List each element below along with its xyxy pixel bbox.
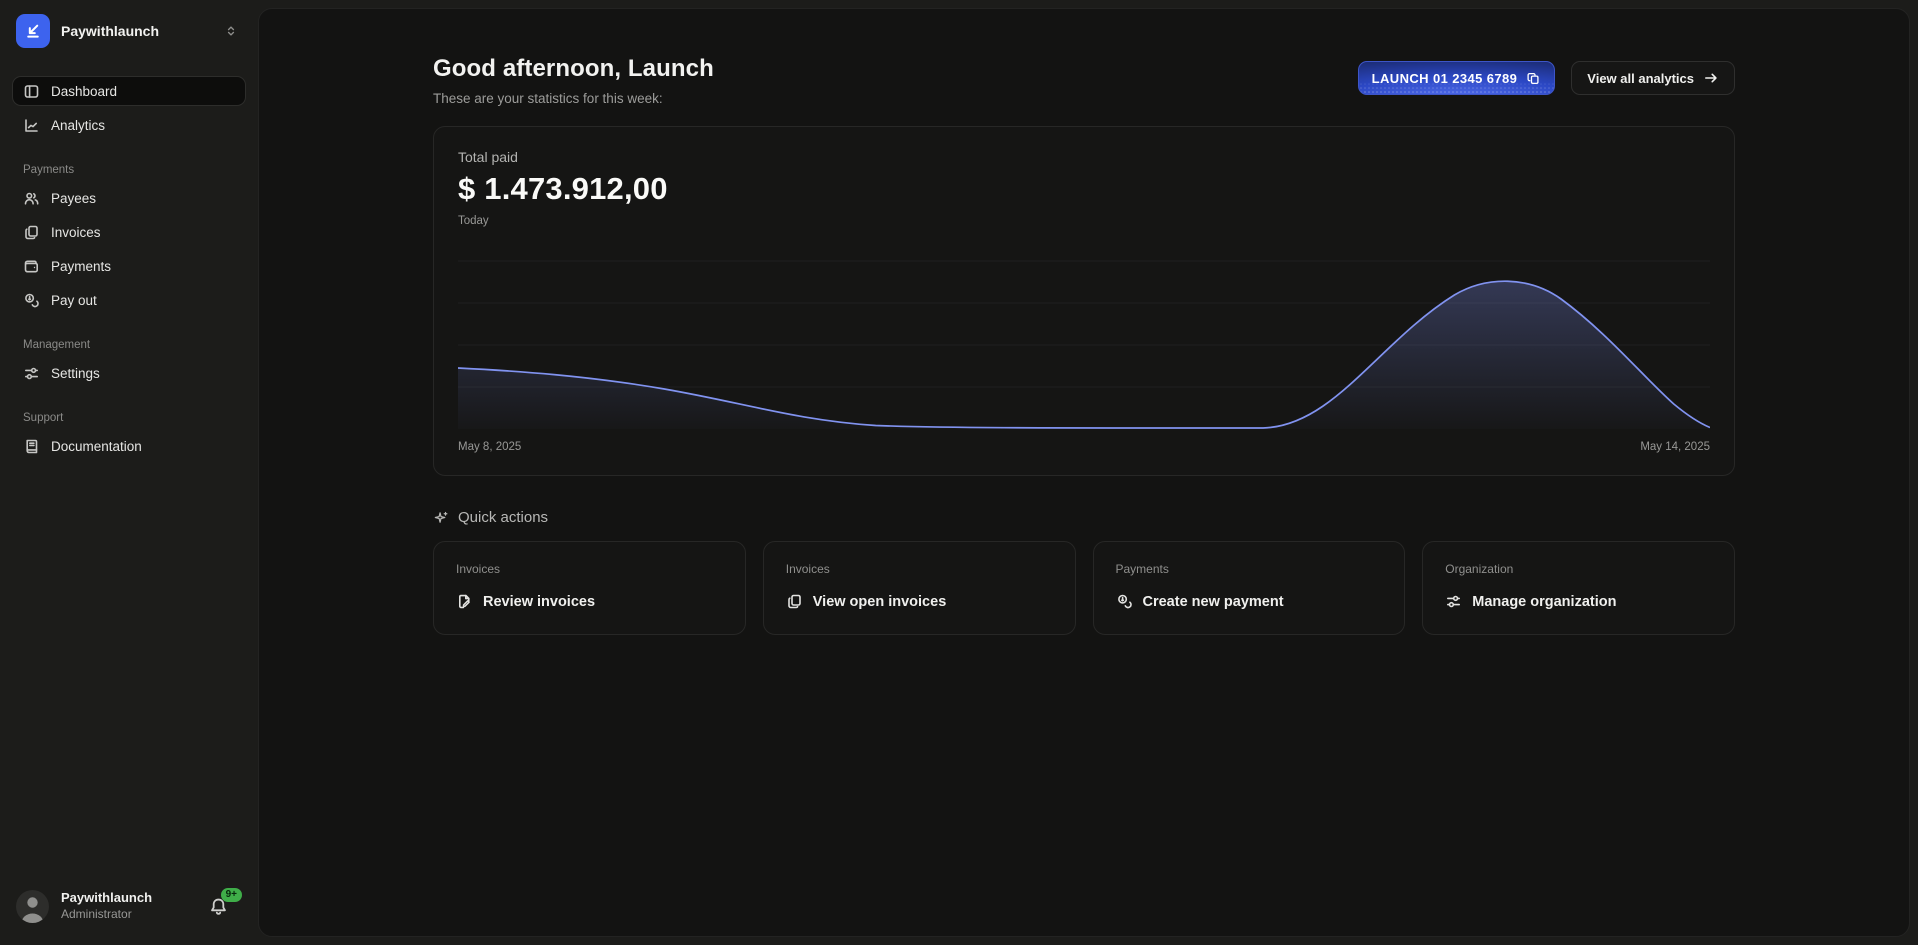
page-title: Good afternoon, Launch <box>433 55 714 83</box>
area-chart-svg <box>458 247 1710 429</box>
card-label: Manage organization <box>1472 594 1616 610</box>
account-number-button[interactable]: LAUNCH 01 2345 6789 <box>1358 61 1556 95</box>
notifications-button[interactable]: 9+ <box>209 897 228 916</box>
total-paid-card: Total paid $ 1.473.912,00 Today <box>433 126 1735 476</box>
sidebar: Paywithlaunch Dashboard Analytics Paymen… <box>0 0 258 945</box>
dashboard-icon <box>23 83 40 100</box>
user-name: Paywithlaunch <box>61 891 197 906</box>
card-category: Invoices <box>786 562 1053 576</box>
quick-action-review-invoices[interactable]: Invoices Review invoices <box>433 541 746 635</box>
card-action: Manage organization <box>1445 593 1712 610</box>
brand-logo <box>16 14 50 48</box>
card-category: Payments <box>1116 562 1383 576</box>
sidebar-item-label: Invoices <box>51 225 101 240</box>
quick-actions-heading: Quick actions <box>433 509 1735 526</box>
review-invoices-icon <box>456 593 473 610</box>
content-column: Good afternoon, Launch These are your st… <box>433 9 1735 635</box>
chart-date-axis: May 8, 2025 May 14, 2025 <box>458 441 1710 453</box>
greeting-block: Good afternoon, Launch These are your st… <box>433 55 714 106</box>
org-name: Paywithlaunch <box>61 23 213 39</box>
sidebar-item-invoices[interactable]: Invoices <box>12 217 246 247</box>
sidebar-item-analytics[interactable]: Analytics <box>12 110 246 140</box>
sidebar-item-payees[interactable]: Payees <box>12 183 246 213</box>
sparkle-icon <box>433 510 449 526</box>
stats-period: Today <box>458 215 1710 227</box>
sidebar-nav: Dashboard Analytics Payments Payees Invo… <box>12 76 246 465</box>
user-role: Administrator <box>61 908 197 922</box>
user-menu[interactable]: Paywithlaunch Administrator 9+ <box>12 886 246 931</box>
notification-badge: 9+ <box>221 888 242 902</box>
view-analytics-label: View all analytics <box>1587 71 1694 86</box>
quick-actions-grid: Invoices Review invoices Invoices <box>433 541 1735 635</box>
card-action: View open invoices <box>786 593 1053 610</box>
org-switcher[interactable]: Paywithlaunch <box>12 14 246 48</box>
quick-action-create-new-payment[interactable]: Payments Create new payment <box>1093 541 1406 635</box>
card-label: View open invoices <box>813 594 947 610</box>
book-icon <box>23 438 40 455</box>
sidebar-item-label: Analytics <box>51 118 105 133</box>
analytics-icon <box>23 117 40 134</box>
sidebar-item-label: Payments <box>51 259 111 274</box>
chevron-updown-icon[interactable] <box>224 24 238 38</box>
new-payment-icon <box>1116 593 1133 610</box>
quick-action-view-open-invoices[interactable]: Invoices View open invoices <box>763 541 1076 635</box>
quick-actions-title: Quick actions <box>458 509 548 526</box>
view-all-analytics-button[interactable]: View all analytics <box>1571 61 1735 95</box>
manage-organization-icon <box>1445 593 1462 610</box>
chart-date-start: May 8, 2025 <box>458 441 521 453</box>
section-label-payments: Payments <box>12 164 246 176</box>
coins-icon <box>23 292 40 309</box>
chart-date-end: May 14, 2025 <box>1640 441 1710 453</box>
header-actions: LAUNCH 01 2345 6789 View all analytics <box>1358 61 1735 95</box>
card-action: Review invoices <box>456 593 723 610</box>
sliders-icon <box>23 365 40 382</box>
sidebar-item-label: Dashboard <box>51 84 117 99</box>
card-category: Organization <box>1445 562 1712 576</box>
wallet-icon <box>23 258 40 275</box>
account-number-label: LAUNCH 01 2345 6789 <box>1372 71 1518 86</box>
sidebar-item-label: Documentation <box>51 439 142 454</box>
stats-label: Total paid <box>458 149 1710 165</box>
payees-icon <box>23 190 40 207</box>
card-label: Create new payment <box>1143 594 1284 610</box>
sidebar-item-dashboard[interactable]: Dashboard <box>12 76 246 106</box>
avatar <box>16 890 49 923</box>
page-subtitle: These are your statistics for this week: <box>433 91 714 106</box>
section-label-support: Support <box>12 412 246 424</box>
card-action: Create new payment <box>1116 593 1383 610</box>
launch-arrow-icon <box>24 22 42 40</box>
sidebar-item-label: Settings <box>51 366 100 381</box>
card-label: Review invoices <box>483 594 595 610</box>
invoices-icon <box>23 224 40 241</box>
sidebar-item-pay-out[interactable]: Pay out <box>12 285 246 315</box>
stats-amount: $ 1.473.912,00 <box>458 171 1710 207</box>
main-panel: Good afternoon, Launch These are your st… <box>258 8 1910 937</box>
card-category: Invoices <box>456 562 723 576</box>
user-meta: Paywithlaunch Administrator <box>61 891 197 922</box>
sidebar-item-label: Pay out <box>51 293 97 308</box>
section-label-management: Management <box>12 339 246 351</box>
sidebar-item-settings[interactable]: Settings <box>12 358 246 388</box>
page-header: Good afternoon, Launch These are your st… <box>433 55 1735 106</box>
sidebar-item-documentation[interactable]: Documentation <box>12 431 246 461</box>
quick-action-manage-organization[interactable]: Organization Manage organization <box>1422 541 1735 635</box>
person-silhouette-icon <box>16 890 49 923</box>
arrow-right-icon <box>1703 70 1719 86</box>
open-invoices-icon <box>786 593 803 610</box>
sidebar-item-payments[interactable]: Payments <box>12 251 246 281</box>
copy-icon <box>1526 71 1541 86</box>
sidebar-item-label: Payees <box>51 191 96 206</box>
payments-area-chart[interactable] <box>458 247 1710 429</box>
